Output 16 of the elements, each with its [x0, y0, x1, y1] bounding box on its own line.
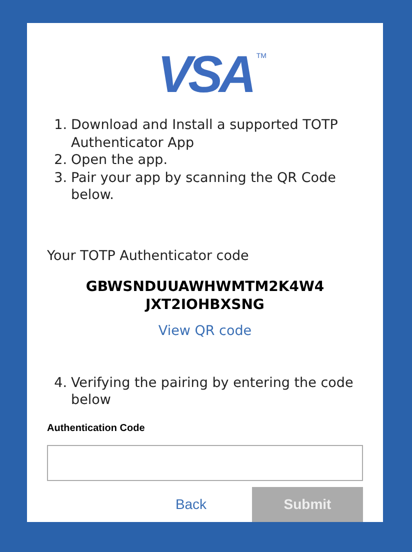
view-qr-code-link[interactable]: View QR code — [158, 323, 252, 340]
step-text: Open the app. — [71, 152, 168, 170]
step-text: Verifying the pairing by entering the code below — [71, 374, 354, 410]
logo: VSA — [157, 53, 252, 97]
code-label: Your TOTP Authenticator code — [47, 248, 250, 265]
step-number: 3. — [53, 170, 67, 188]
authentication-code-field[interactable] — [47, 444, 363, 481]
back-button[interactable]: Back — [146, 487, 236, 522]
authenticator-code: GBWSNDUUAWHWMTM2K4W4 — [86, 278, 324, 296]
step-number: 4. — [53, 374, 67, 392]
step-text: Download and Install a supported TOTP Authenticator App — [71, 117, 339, 152]
step-text: Pair your app by scanning the QR Code below. — [71, 170, 337, 204]
step-number: 2. — [53, 152, 67, 170]
step-number: 1. — [53, 117, 67, 135]
field-label: Authentication Code — [47, 422, 146, 434]
authenticator-code: JXT2IOHBXSNG — [146, 296, 264, 314]
